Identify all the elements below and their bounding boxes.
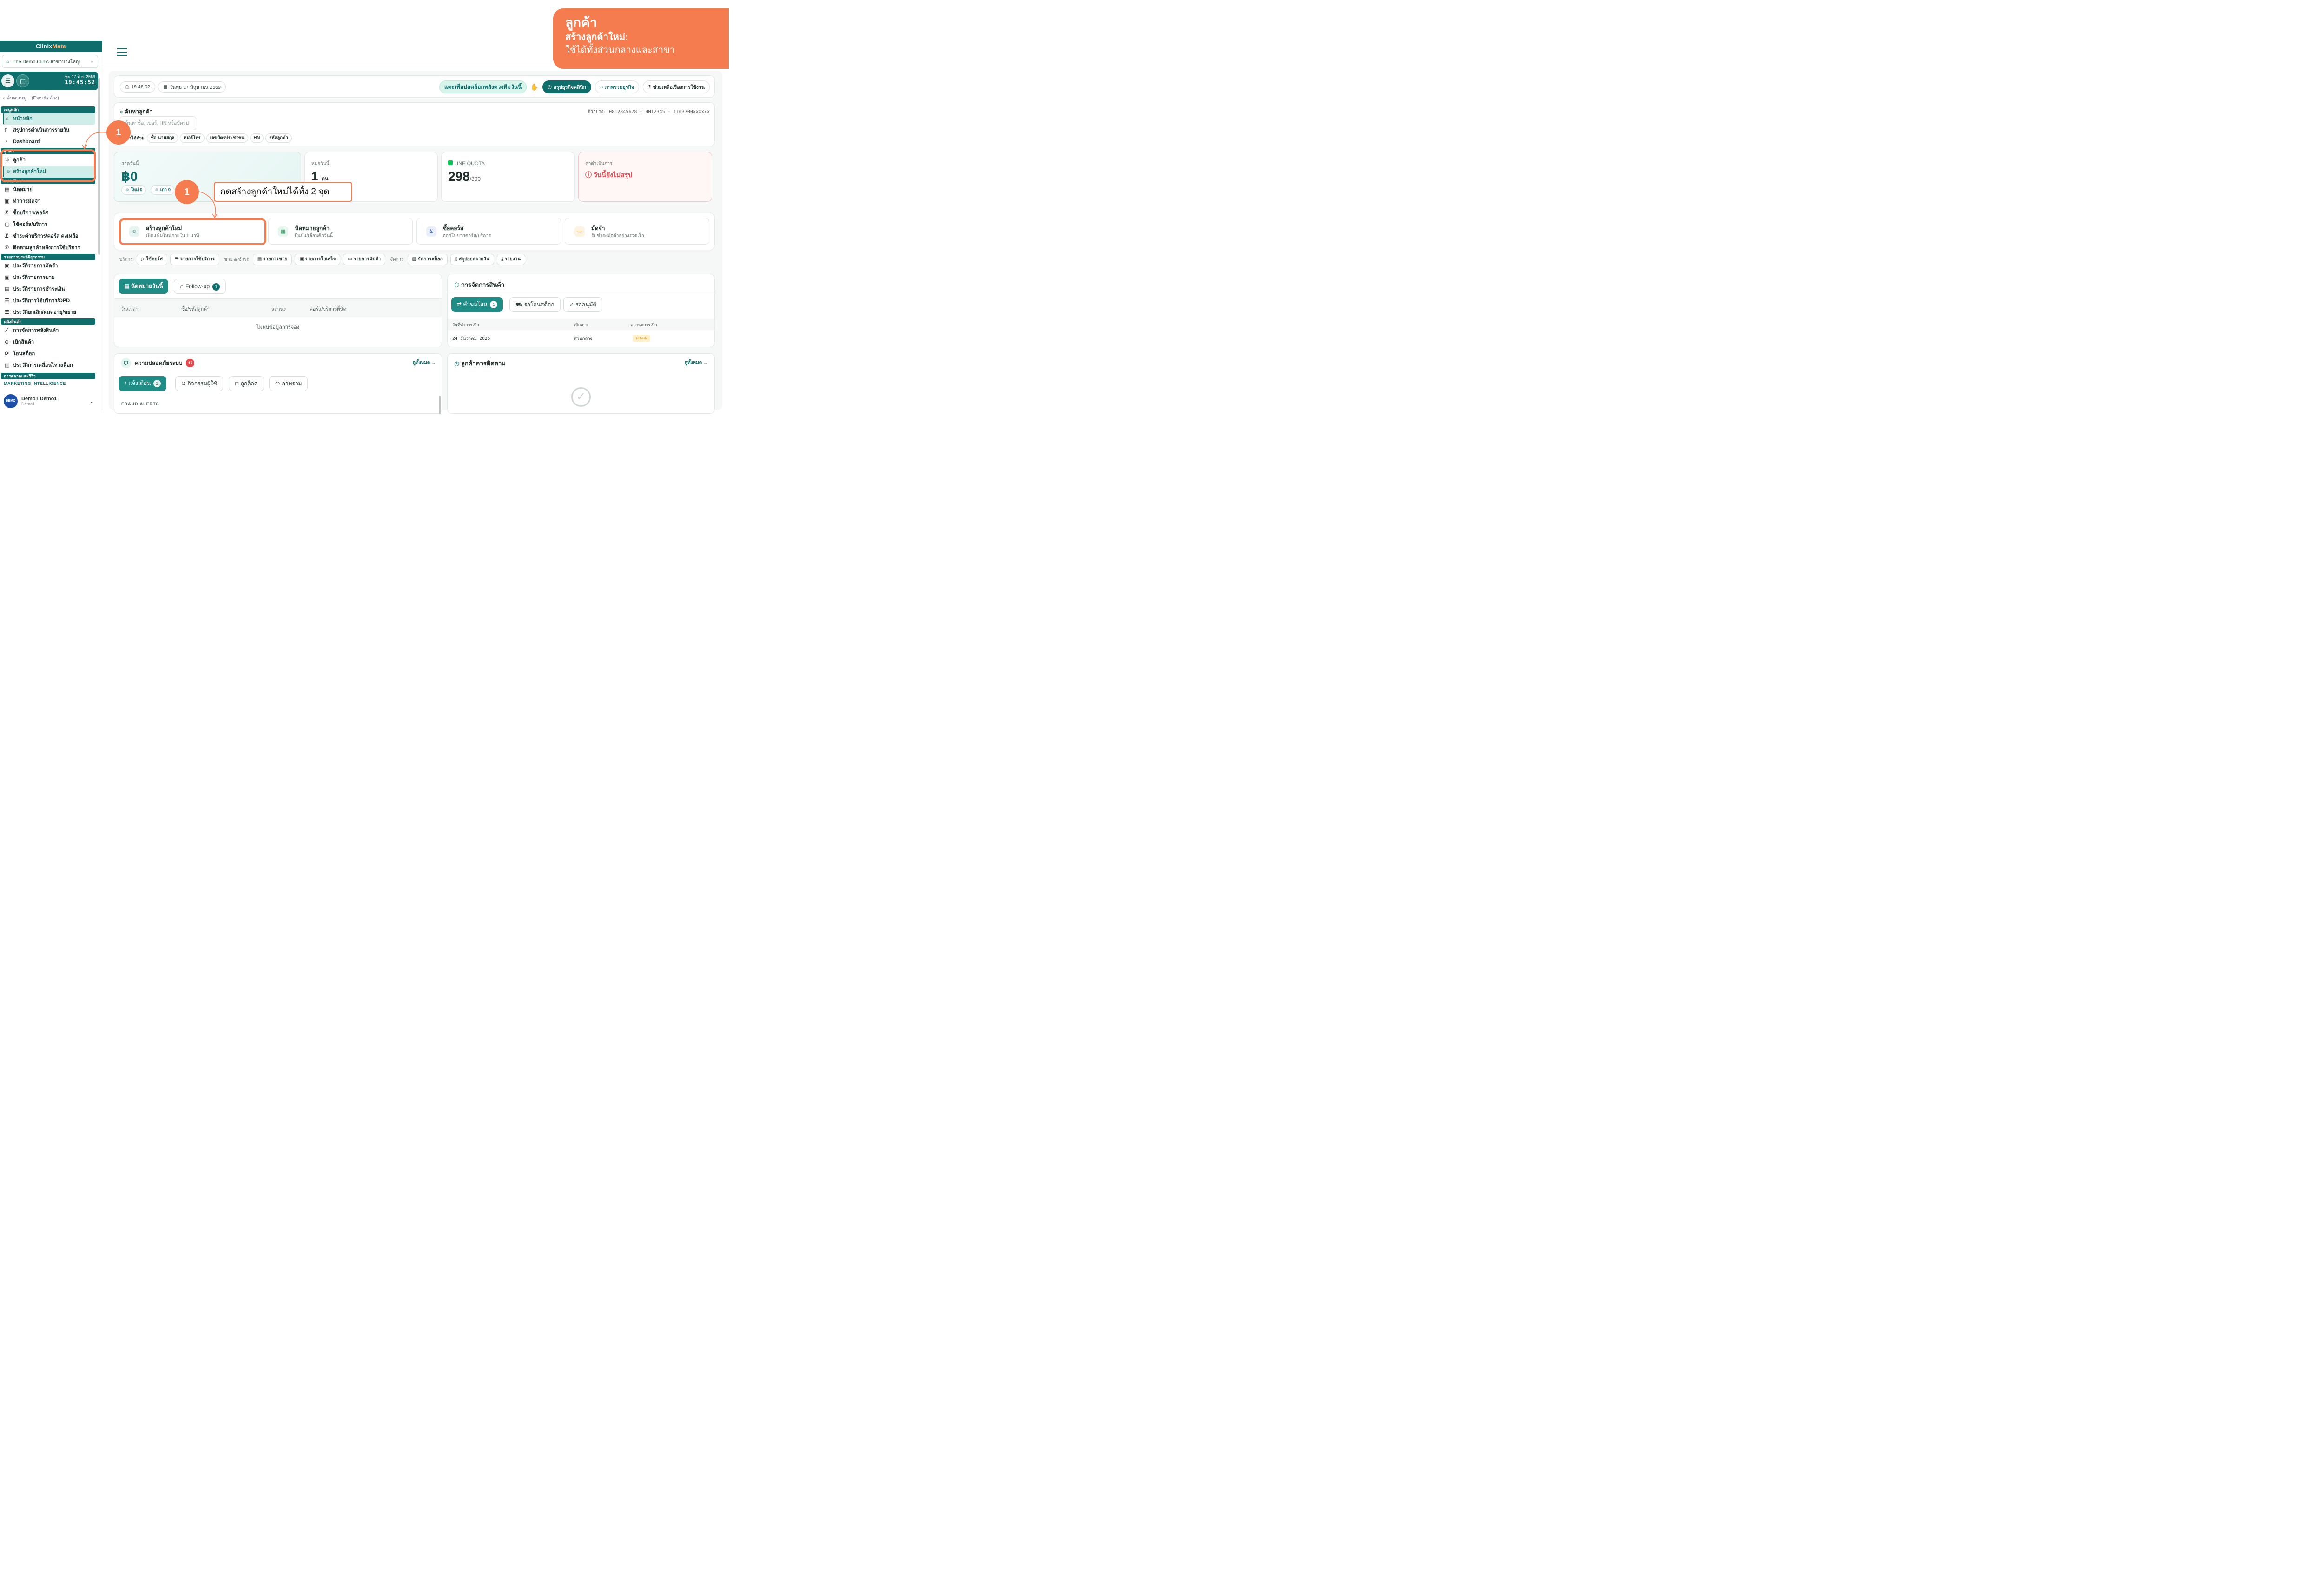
annotation-arrows [82, 132, 218, 218]
